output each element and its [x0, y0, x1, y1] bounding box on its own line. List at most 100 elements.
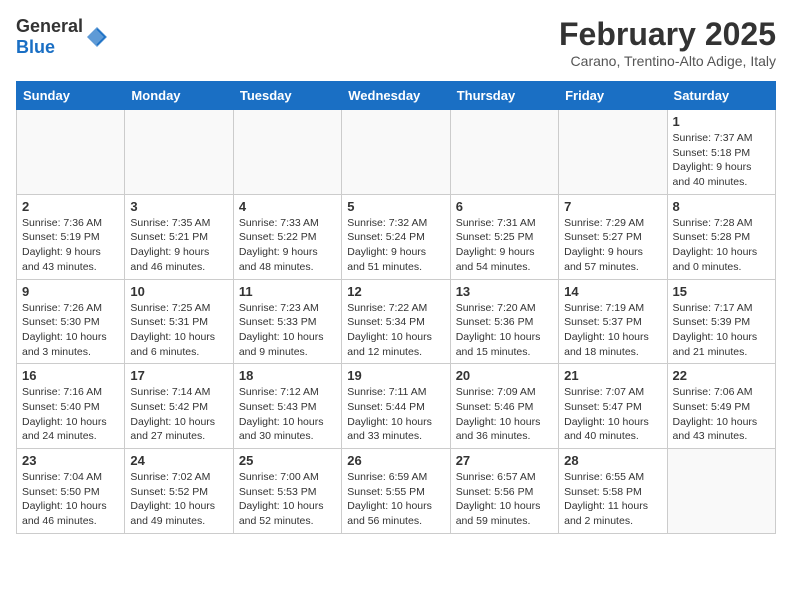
calendar-body: 1 Sunrise: 7:37 AMSunset: 5:18 PMDaylight… — [17, 110, 776, 534]
day-number: 16 — [22, 368, 119, 383]
calendar-cell — [233, 110, 341, 195]
day-number: 26 — [347, 453, 444, 468]
day-info: Sunrise: 7:11 AMSunset: 5:44 PMDaylight:… — [347, 385, 444, 444]
calendar-cell — [342, 110, 450, 195]
weekday-header-wednesday: Wednesday — [342, 82, 450, 110]
day-number: 27 — [456, 453, 553, 468]
calendar-cell: 20 Sunrise: 7:09 AMSunset: 5:46 PMDayligh… — [450, 364, 558, 449]
day-number: 12 — [347, 284, 444, 299]
calendar-cell — [450, 110, 558, 195]
day-number: 18 — [239, 368, 336, 383]
day-number: 24 — [130, 453, 227, 468]
calendar-week-row-1: 2Sunrise: 7:36 AMSunset: 5:19 PMDaylight… — [17, 194, 776, 279]
calendar-cell — [667, 449, 775, 534]
weekday-header-friday: Friday — [559, 82, 667, 110]
day-number: 10 — [130, 284, 227, 299]
day-info: Sunrise: 7:28 AMSunset: 5:28 PMDaylight:… — [673, 216, 770, 275]
calendar-cell: 11 Sunrise: 7:23 AMSunset: 5:33 PMDayligh… — [233, 279, 341, 364]
calendar-cell: 26 Sunrise: 6:59 AMSunset: 5:55 PMDayligh… — [342, 449, 450, 534]
day-info: Sunrise: 7:19 AMSunset: 5:37 PMDaylight:… — [564, 301, 661, 360]
day-number: 28 — [564, 453, 661, 468]
day-number: 4 — [239, 199, 336, 214]
weekday-header-row: SundayMondayTuesdayWednesdayThursdayFrid… — [17, 82, 776, 110]
day-number: 8 — [673, 199, 770, 214]
day-info: Sunrise: 7:37 AMSunset: 5:18 PMDaylight:… — [673, 131, 770, 190]
day-info: Sunrise: 7:33 AMSunset: 5:22 PMDaylight:… — [239, 216, 336, 275]
day-number: 7 — [564, 199, 661, 214]
day-info: Sunrise: 6:55 AMSunset: 5:58 PMDaylight:… — [564, 470, 661, 529]
day-info: Sunrise: 7:22 AMSunset: 5:34 PMDaylight:… — [347, 301, 444, 360]
calendar-cell: 2Sunrise: 7:36 AMSunset: 5:19 PMDaylight… — [17, 194, 125, 279]
calendar-cell: 21 Sunrise: 7:07 AMSunset: 5:47 PMDayligh… — [559, 364, 667, 449]
calendar-cell: 8 Sunrise: 7:28 AMSunset: 5:28 PMDaylight… — [667, 194, 775, 279]
day-info: Sunrise: 7:23 AMSunset: 5:33 PMDaylight:… — [239, 301, 336, 360]
weekday-header-thursday: Thursday — [450, 82, 558, 110]
day-info: Sunrise: 7:25 AMSunset: 5:31 PMDaylight:… — [130, 301, 227, 360]
weekday-header-tuesday: Tuesday — [233, 82, 341, 110]
calendar-cell: 3Sunrise: 7:35 AMSunset: 5:21 PMDaylight… — [125, 194, 233, 279]
weekday-header-saturday: Saturday — [667, 82, 775, 110]
day-number: 20 — [456, 368, 553, 383]
calendar-cell: 13Sunrise: 7:20 AMSunset: 5:36 PMDayligh… — [450, 279, 558, 364]
calendar-cell: 22 Sunrise: 7:06 AMSunset: 5:49 PMDayligh… — [667, 364, 775, 449]
calendar-header: SundayMondayTuesdayWednesdayThursdayFrid… — [17, 82, 776, 110]
day-number: 5 — [347, 199, 444, 214]
day-number: 25 — [239, 453, 336, 468]
day-info: Sunrise: 7:36 AMSunset: 5:19 PMDaylight:… — [22, 216, 119, 275]
calendar-table: SundayMondayTuesdayWednesdayThursdayFrid… — [16, 81, 776, 534]
day-number: 23 — [22, 453, 119, 468]
day-info: Sunrise: 7:00 AMSunset: 5:53 PMDaylight:… — [239, 470, 336, 529]
day-info: Sunrise: 7:35 AMSunset: 5:21 PMDaylight:… — [130, 216, 227, 275]
day-info: Sunrise: 7:17 AMSunset: 5:39 PMDaylight:… — [673, 301, 770, 360]
calendar-cell — [17, 110, 125, 195]
day-info: Sunrise: 7:06 AMSunset: 5:49 PMDaylight:… — [673, 385, 770, 444]
day-number: 6 — [456, 199, 553, 214]
calendar-cell — [125, 110, 233, 195]
day-info: Sunrise: 7:12 AMSunset: 5:43 PMDaylight:… — [239, 385, 336, 444]
calendar-cell: 23 Sunrise: 7:04 AMSunset: 5:50 PMDayligh… — [17, 449, 125, 534]
calendar-cell: 14 Sunrise: 7:19 AMSunset: 5:37 PMDayligh… — [559, 279, 667, 364]
day-info: Sunrise: 7:32 AMSunset: 5:24 PMDaylight:… — [347, 216, 444, 275]
day-info: Sunrise: 7:07 AMSunset: 5:47 PMDaylight:… — [564, 385, 661, 444]
day-info: Sunrise: 7:20 AMSunset: 5:36 PMDaylight:… — [456, 301, 553, 360]
day-number: 17 — [130, 368, 227, 383]
day-number: 1 — [673, 114, 770, 129]
day-number: 14 — [564, 284, 661, 299]
logo: General Blue — [16, 16, 109, 58]
day-info: Sunrise: 7:02 AMSunset: 5:52 PMDaylight:… — [130, 470, 227, 529]
day-info: Sunrise: 7:04 AMSunset: 5:50 PMDaylight:… — [22, 470, 119, 529]
logo-general: General — [16, 16, 83, 36]
calendar-week-row-2: 9 Sunrise: 7:26 AMSunset: 5:30 PMDaylight… — [17, 279, 776, 364]
calendar-cell: 18 Sunrise: 7:12 AMSunset: 5:43 PMDayligh… — [233, 364, 341, 449]
calendar-cell: 19Sunrise: 7:11 AMSunset: 5:44 PMDayligh… — [342, 364, 450, 449]
day-number: 9 — [22, 284, 119, 299]
calendar-cell: 7Sunrise: 7:29 AMSunset: 5:27 PMDaylight… — [559, 194, 667, 279]
day-number: 11 — [239, 284, 336, 299]
header: General Blue February 2025 Carano, Trent… — [16, 16, 776, 69]
calendar-cell — [559, 110, 667, 195]
calendar-cell: 24 Sunrise: 7:02 AMSunset: 5:52 PMDayligh… — [125, 449, 233, 534]
calendar-cell: 16 Sunrise: 7:16 AMSunset: 5:40 PMDayligh… — [17, 364, 125, 449]
calendar-cell: 25 Sunrise: 7:00 AMSunset: 5:53 PMDayligh… — [233, 449, 341, 534]
day-info: Sunrise: 7:09 AMSunset: 5:46 PMDaylight:… — [456, 385, 553, 444]
calendar-cell: 5 Sunrise: 7:32 AMSunset: 5:24 PMDaylight… — [342, 194, 450, 279]
weekday-header-sunday: Sunday — [17, 82, 125, 110]
calendar-cell: 6 Sunrise: 7:31 AMSunset: 5:25 PMDaylight… — [450, 194, 558, 279]
calendar-cell: 28 Sunrise: 6:55 AMSunset: 5:58 PMDayligh… — [559, 449, 667, 534]
logo-icon — [85, 25, 109, 49]
calendar-cell: 1 Sunrise: 7:37 AMSunset: 5:18 PMDaylight… — [667, 110, 775, 195]
calendar-cell: 15Sunrise: 7:17 AMSunset: 5:39 PMDayligh… — [667, 279, 775, 364]
day-number: 22 — [673, 368, 770, 383]
day-info: Sunrise: 7:26 AMSunset: 5:30 PMDaylight:… — [22, 301, 119, 360]
day-info: Sunrise: 7:31 AMSunset: 5:25 PMDaylight:… — [456, 216, 553, 275]
calendar-cell: 10 Sunrise: 7:25 AMSunset: 5:31 PMDayligh… — [125, 279, 233, 364]
weekday-header-monday: Monday — [125, 82, 233, 110]
day-number: 21 — [564, 368, 661, 383]
calendar-title: February 2025 — [559, 16, 776, 53]
calendar-cell: 17Sunrise: 7:14 AMSunset: 5:42 PMDayligh… — [125, 364, 233, 449]
logo-blue: Blue — [16, 37, 55, 57]
calendar-cell: 9 Sunrise: 7:26 AMSunset: 5:30 PMDaylight… — [17, 279, 125, 364]
day-info: Sunrise: 6:59 AMSunset: 5:55 PMDaylight:… — [347, 470, 444, 529]
calendar-cell: 4 Sunrise: 7:33 AMSunset: 5:22 PMDaylight… — [233, 194, 341, 279]
day-info: Sunrise: 7:16 AMSunset: 5:40 PMDaylight:… — [22, 385, 119, 444]
